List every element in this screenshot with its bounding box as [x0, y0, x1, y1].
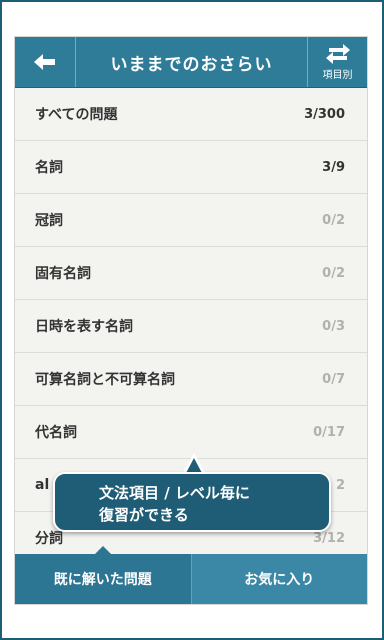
list-item-label: 固有名詞 [35, 266, 91, 282]
list-item-label: 分詞 [35, 531, 63, 547]
list-item[interactable]: 固有名詞 0/2 [15, 247, 367, 300]
page-title: いままでのおさらい [110, 54, 273, 75]
arrow-left-icon [34, 54, 55, 70]
progress-count: 0/7 [322, 371, 345, 387]
swap-arrows-icon [325, 43, 350, 64]
callout-line-2: 復習ができる [99, 506, 189, 524]
list-item[interactable]: 冠詞 0/2 [15, 194, 367, 247]
feature-callout: 文法項目 / レベル毎に 復習ができる [53, 472, 331, 532]
callout-line-1: 文法項目 / レベル毎に [99, 484, 250, 502]
active-tab-indicator [95, 546, 111, 554]
progress-count: 3/9 [322, 159, 345, 175]
tab-answered-questions[interactable]: 既に解いた問題 [15, 554, 191, 604]
list-item[interactable]: 可算名詞と不可算名詞 0/7 [15, 353, 367, 406]
list-item[interactable]: 代名詞 0/17 [15, 406, 367, 459]
bottom-tab-bar: 既に解いた問題 お気に入り [15, 554, 367, 604]
nav-header: いままでのおさらい 項目別 [15, 37, 367, 88]
sort-by-item-button[interactable]: 項目別 [307, 37, 367, 87]
list-item-all-questions[interactable]: すべての問題 3/300 [15, 88, 367, 141]
tab-favorites[interactable]: お気に入り [190, 554, 367, 604]
list-item-label: 可算名詞と不可算名詞 [35, 372, 175, 388]
progress-count: 0/17 [313, 424, 345, 440]
progress-count: 3/300 [304, 106, 345, 122]
list-item[interactable]: 名詞 3/9 [15, 141, 367, 194]
back-button[interactable] [15, 37, 76, 87]
list-item-label: 日時を表す名詞 [35, 319, 133, 335]
progress-count: 0/2 [322, 265, 345, 281]
progress-count: 0/3 [322, 318, 345, 334]
progress-count: 2 [335, 477, 345, 493]
list-item-label: al [35, 477, 50, 493]
sort-label: 項目別 [322, 69, 353, 81]
list-item-label: 名詞 [35, 160, 63, 176]
progress-count: 0/2 [322, 212, 345, 228]
list-item-label: 冠詞 [35, 213, 63, 229]
list-item-label: すべての問題 [35, 107, 118, 123]
list-item-label: 代名詞 [35, 425, 77, 441]
progress-count: 3/12 [313, 530, 345, 546]
list-item[interactable]: 日時を表す名詞 0/3 [15, 300, 367, 353]
